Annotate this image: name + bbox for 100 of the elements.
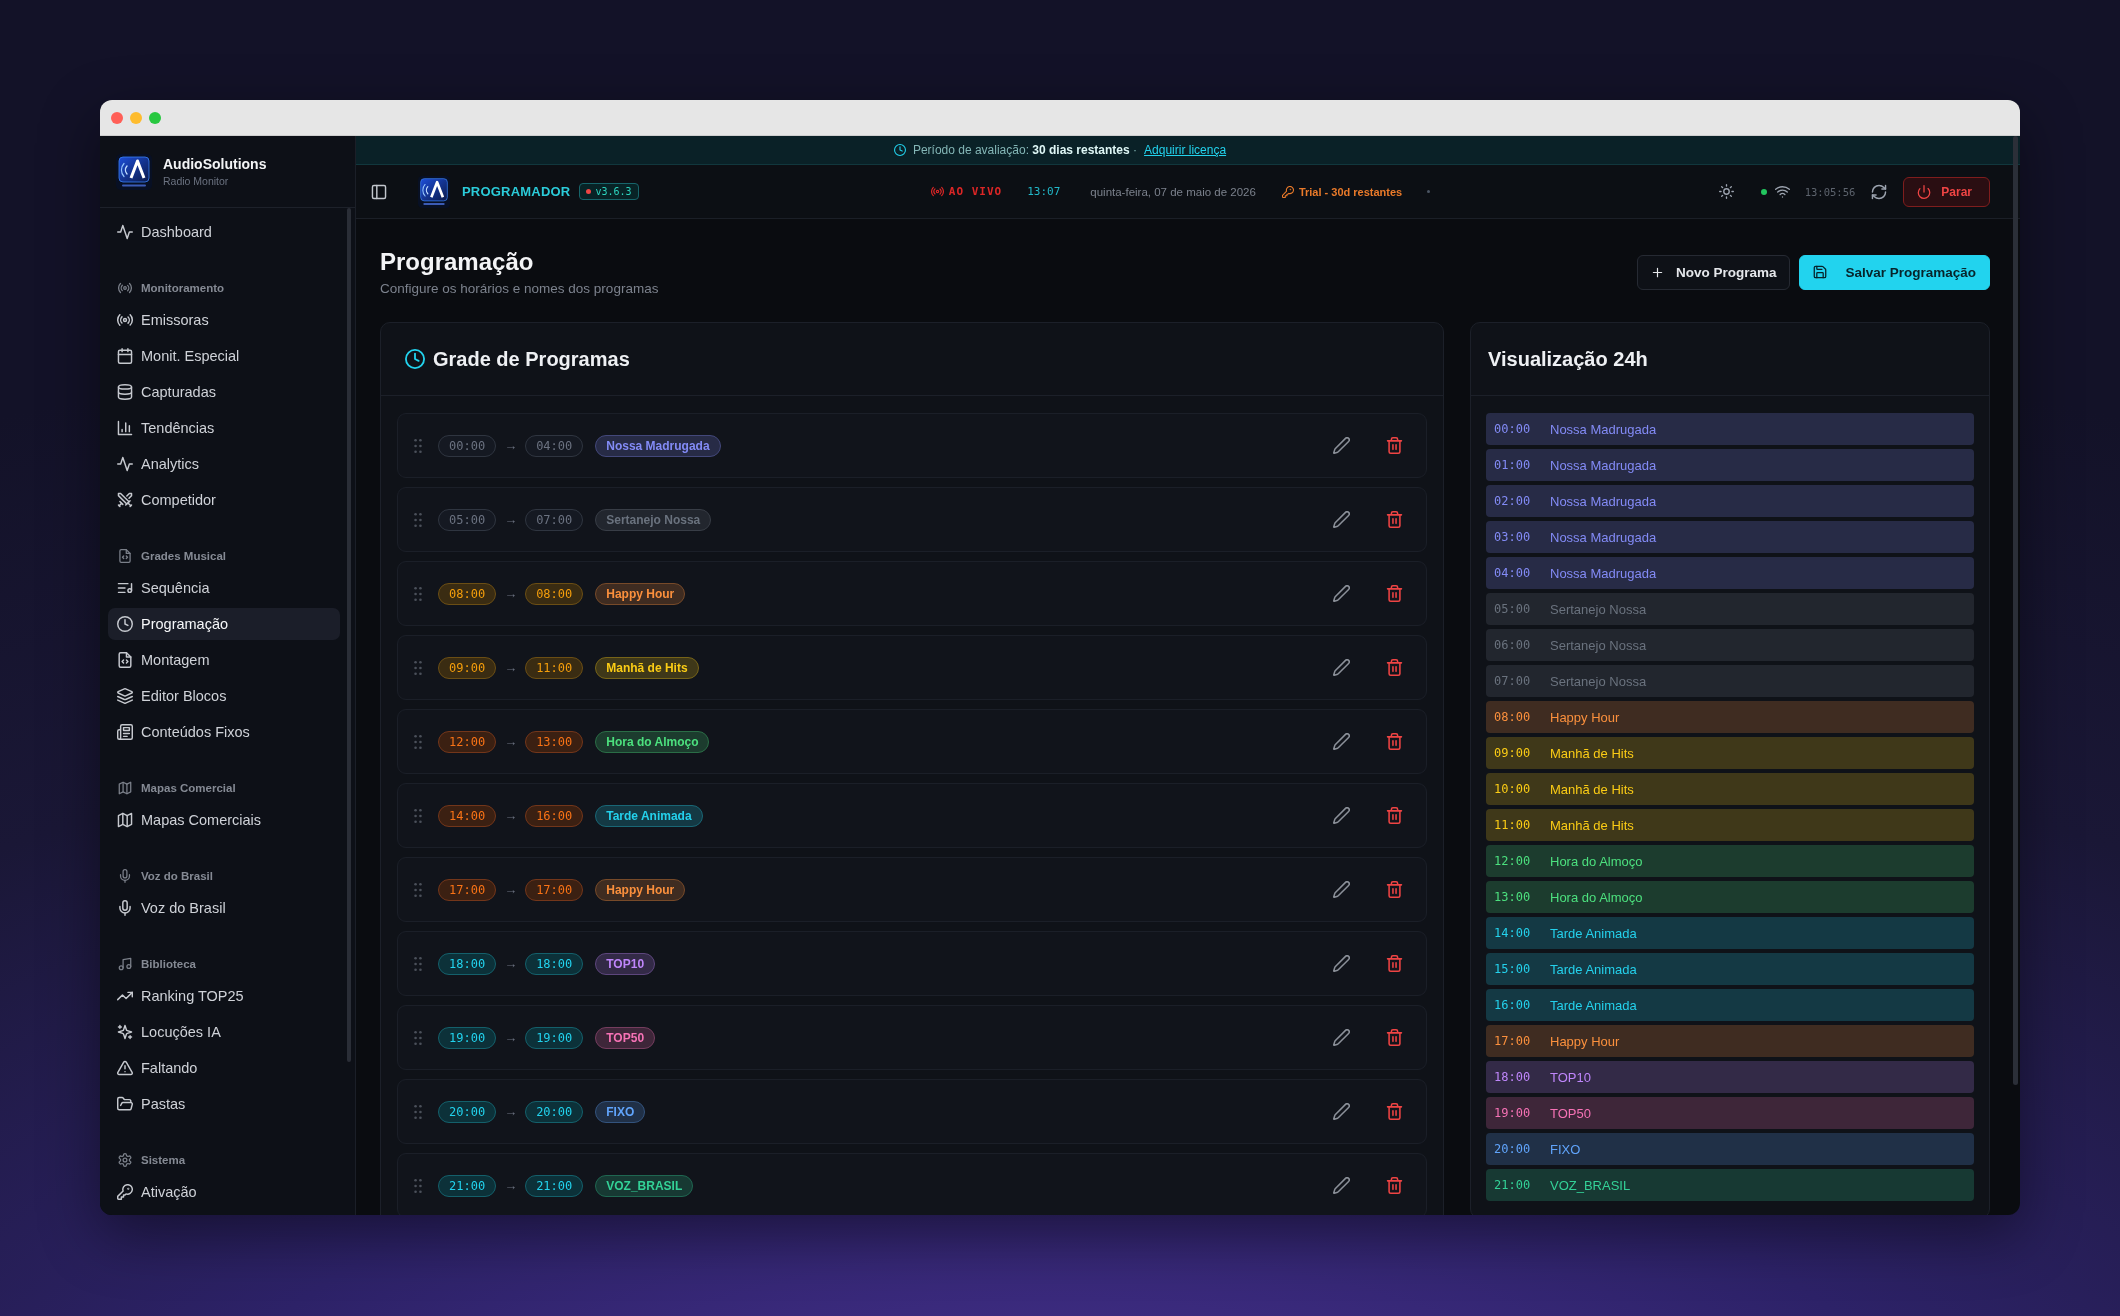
scrollbar[interactable] xyxy=(347,208,351,1062)
trash-icon xyxy=(1385,1103,1403,1120)
drag-handle-icon[interactable] xyxy=(414,512,422,527)
nav-item[interactable]: Pastas xyxy=(108,1088,340,1120)
refresh-button[interactable] xyxy=(1871,183,1888,200)
start-time: 09:00 xyxy=(438,656,497,679)
slot-time: 18:00 xyxy=(1494,1070,1530,1084)
radio-waves-icon xyxy=(930,185,944,198)
slot-time: 00:00 xyxy=(1494,422,1530,436)
nav-item[interactable]: Voz do Brasil xyxy=(108,892,340,924)
status-dot-icon xyxy=(586,189,592,194)
trash-icon xyxy=(1385,1177,1403,1194)
nav-item[interactable]: Tendências xyxy=(108,412,340,444)
date-text: quinta-feira, 07 de maio de 2026 xyxy=(1090,185,1256,198)
nav-item[interactable]: Dashboard xyxy=(108,216,340,248)
logo-icon xyxy=(116,153,152,190)
nav-item[interactable]: Montagem xyxy=(108,644,340,676)
stop-button[interactable]: Parar xyxy=(1903,176,1990,207)
trash-icon xyxy=(1385,955,1403,972)
nav-item[interactable]: Editor Blocos xyxy=(108,680,340,712)
key-icon xyxy=(1281,185,1294,198)
clock-icon xyxy=(893,144,906,156)
nav-item[interactable]: Conteúdos Fixos xyxy=(108,716,340,748)
slot-program: VOZ_BRASIL xyxy=(1550,1177,1631,1193)
nav-item[interactable]: Ativação xyxy=(108,1176,340,1208)
drag-handle-icon[interactable] xyxy=(414,586,422,601)
trial-status: Trial - 30d restantes xyxy=(1298,185,1403,198)
new-program-button[interactable]: Novo Programa xyxy=(1636,254,1791,290)
nav-item[interactable]: Mapas Comerciais xyxy=(108,804,340,836)
program-tag: TOP50 xyxy=(595,1026,656,1049)
drag-handle-icon[interactable] xyxy=(414,660,422,675)
slot-time: 13:00 xyxy=(1494,890,1530,904)
program-tag: Happy Hour xyxy=(595,878,686,901)
trash-icon xyxy=(1385,437,1403,454)
pencil-icon xyxy=(1332,1103,1350,1120)
slot-program: FIXO xyxy=(1550,1141,1581,1157)
save-schedule-button[interactable]: Salvar Programação xyxy=(1799,254,1990,290)
end-time: 17:00 xyxy=(525,878,584,901)
pulse-line-icon xyxy=(117,456,133,472)
nav-item[interactable]: Emissoras xyxy=(108,304,340,336)
slot-program: Nossa Madrugada xyxy=(1550,493,1657,509)
slot-program: Sertanejo Nossa xyxy=(1550,601,1647,617)
trial-message: Período de avaliação: 30 dias restantes · xyxy=(912,143,1138,157)
slot-time: 17:00 xyxy=(1494,1034,1530,1048)
program-tag: TOP10 xyxy=(595,952,656,975)
slot-program: TOP50 xyxy=(1550,1105,1591,1121)
app-title: PROGRAMADOR xyxy=(462,184,571,199)
code-file-icon xyxy=(118,549,132,563)
slot-program: Nossa Madrugada xyxy=(1550,421,1657,437)
nav-item[interactable]: Analytics xyxy=(108,448,340,480)
slot-time: 20:00 xyxy=(1494,1142,1530,1156)
trash-icon xyxy=(1385,807,1403,824)
pencil-icon xyxy=(1332,807,1350,824)
program-tag: FIXO xyxy=(595,1100,646,1123)
drag-handle-icon[interactable] xyxy=(414,956,422,971)
arrow-separator: → xyxy=(504,1178,518,1193)
theme-toggle-button[interactable] xyxy=(1718,184,1734,199)
drag-handle-icon[interactable] xyxy=(414,1104,422,1119)
section-heading: Mapas Comercial xyxy=(141,781,236,795)
map-icon xyxy=(117,812,133,828)
license-link[interactable]: Adquirir licença xyxy=(1144,143,1227,157)
pulse-line-icon xyxy=(117,224,133,240)
clock-time: 13:05:56 xyxy=(1804,185,1856,198)
radio-waves-icon xyxy=(117,312,133,328)
end-time: 16:00 xyxy=(525,804,584,827)
nav-item[interactable]: Locuções IA xyxy=(108,1016,340,1048)
nav-item[interactable]: Faltando xyxy=(108,1052,340,1084)
nav-item[interactable]: Programação xyxy=(108,608,340,640)
end-time: 18:00 xyxy=(525,952,584,975)
start-time: 17:00 xyxy=(438,878,497,901)
sidebar-panel-icon xyxy=(371,183,387,200)
radio-waves-icon xyxy=(118,281,132,295)
trash-icon xyxy=(1385,1029,1403,1046)
sidebar-toggle-button[interactable] xyxy=(371,183,387,200)
slot-program: Nossa Madrugada xyxy=(1550,565,1657,581)
drag-handle-icon[interactable] xyxy=(414,438,422,453)
brand-name: AudioSolutions xyxy=(163,155,267,173)
end-time: 21:00 xyxy=(525,1174,584,1197)
slot-time: 02:00 xyxy=(1494,494,1530,508)
nav-item[interactable]: Monit. Especial xyxy=(108,340,340,372)
drag-handle-icon[interactable] xyxy=(414,734,422,749)
scrollbar[interactable] xyxy=(2013,136,2018,1085)
code-file-icon xyxy=(117,652,133,668)
program-tag: Hora do Almoço xyxy=(595,730,710,753)
pencil-icon xyxy=(1332,1029,1350,1046)
nav-item[interactable]: Capturadas xyxy=(108,376,340,408)
slot-program: Happy Hour xyxy=(1550,1033,1620,1049)
wifi-icon xyxy=(1774,184,1790,199)
slot-time: 14:00 xyxy=(1494,926,1530,940)
drag-handle-icon[interactable] xyxy=(414,882,422,897)
drag-handle-icon[interactable] xyxy=(414,808,422,823)
slot-time: 16:00 xyxy=(1494,998,1530,1012)
drag-handle-icon[interactable] xyxy=(414,1030,422,1045)
database-icon xyxy=(117,384,133,400)
nav-item[interactable]: Sequência xyxy=(108,572,340,604)
live-label: AO VIVO xyxy=(948,185,1003,198)
nav-item[interactable]: Competidor xyxy=(108,484,340,516)
page-subtitle: Configure os horários e nomes dos programas xyxy=(380,280,659,297)
drag-handle-icon[interactable] xyxy=(414,1178,422,1193)
nav-item[interactable]: Ranking TOP25 xyxy=(108,980,340,1012)
